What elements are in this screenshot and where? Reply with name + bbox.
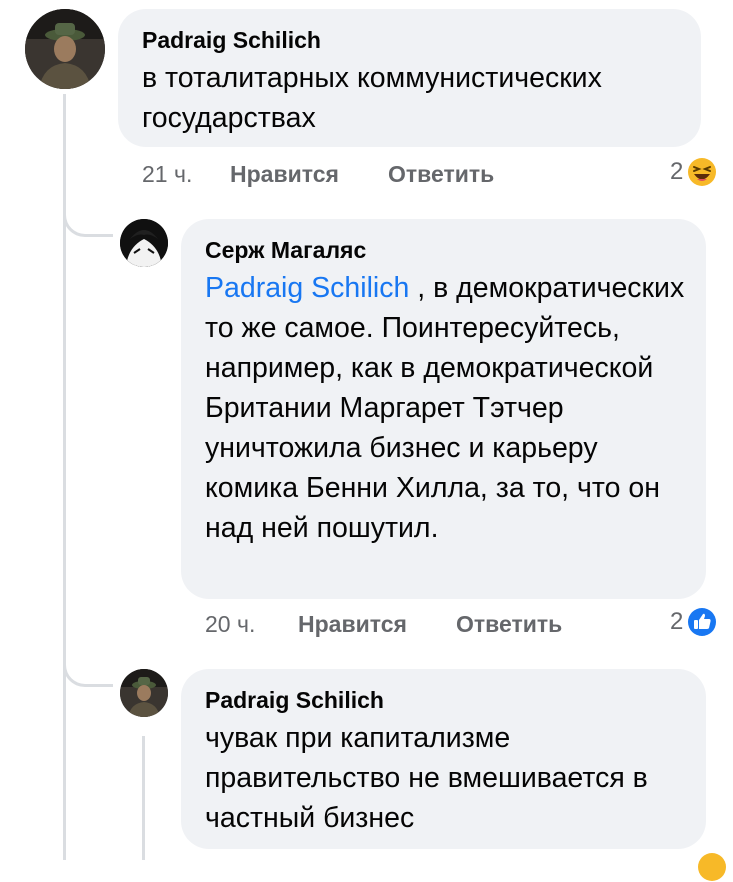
comment-timestamp[interactable]: 20 ч.: [205, 611, 255, 638]
reply-button[interactable]: Ответить: [456, 611, 562, 638]
avatar[interactable]: [25, 9, 105, 89]
like-thumb-icon: [688, 608, 717, 636]
comment-author[interactable]: Серж Магаляс: [205, 237, 366, 264]
comment-body: , в демократических то же самое. Поинтер…: [205, 272, 685, 544]
reaction-summary[interactable]: 2: [670, 157, 717, 187]
reaction-count: 2: [670, 608, 684, 635]
avatar-photo-icon: [120, 669, 168, 717]
reaction-count: 2: [670, 158, 684, 185]
comment-text: Padraig Schilich , в демократических то …: [205, 268, 695, 548]
like-button[interactable]: Нравится: [298, 611, 407, 638]
reply-button[interactable]: Ответить: [388, 161, 494, 188]
comment-author[interactable]: Padraig Schilich: [205, 687, 384, 714]
comment-timestamp[interactable]: 21 ч.: [142, 161, 192, 188]
comment-author[interactable]: Padraig Schilich: [142, 27, 321, 54]
comment-text: в тоталитарных коммунистических государс…: [142, 62, 602, 134]
laughing-emoji-icon: [698, 853, 726, 881]
avatar[interactable]: [120, 219, 168, 267]
mention-link[interactable]: Padraig Schilich: [205, 272, 409, 304]
avatar[interactable]: [120, 669, 168, 717]
comment-text: чувак при капитализме правительство не в…: [205, 722, 648, 834]
reaction-summary[interactable]: 2: [670, 607, 717, 637]
thread-line-reply: [142, 736, 145, 860]
avatar-photo-icon: [25, 9, 105, 89]
thread-branch-1: [63, 205, 113, 237]
avatar-photo-icon: [120, 219, 168, 267]
laughing-emoji-icon: [688, 158, 717, 186]
like-button[interactable]: Нравится: [230, 161, 339, 188]
thread-branch-2: [63, 655, 113, 687]
